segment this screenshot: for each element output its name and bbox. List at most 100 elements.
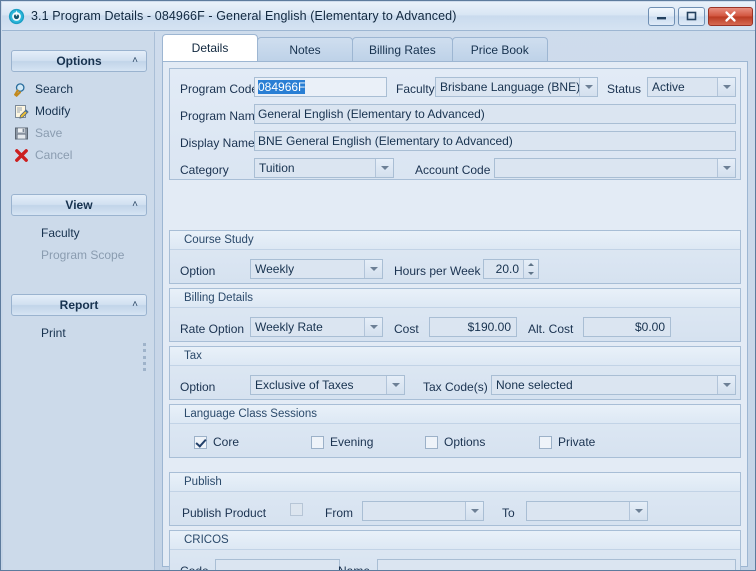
billing-details-title: Billing Details bbox=[170, 289, 740, 308]
program-details-window: 3.1 Program Details - 084966F - General … bbox=[0, 0, 756, 571]
chevron-down-icon[interactable] bbox=[386, 376, 404, 394]
sidebar-item-cancel[interactable]: Cancel bbox=[3, 144, 155, 166]
sidebar-item-save[interactable]: Save bbox=[3, 122, 155, 144]
tax-option-value: Exclusive of Taxes bbox=[251, 376, 386, 394]
sidebar-splitter-handle[interactable] bbox=[141, 341, 147, 373]
sidebar-item-label: Cancel bbox=[35, 148, 72, 162]
red-x-icon bbox=[13, 147, 29, 163]
checkbox-box[interactable] bbox=[425, 436, 438, 449]
rate-option-label: Rate Option bbox=[180, 322, 244, 336]
sidebar-section-title: Options bbox=[56, 54, 101, 68]
cost-input[interactable]: $190.00 bbox=[429, 317, 517, 337]
publish-from-datepicker[interactable] bbox=[362, 501, 484, 521]
tax-group: Tax Option Exclusive of Taxes Tax Code(s… bbox=[169, 346, 741, 400]
publish-from-label: From bbox=[325, 506, 353, 520]
tab-notes[interactable]: Notes bbox=[257, 37, 353, 61]
checkbox-evening[interactable]: Evening bbox=[311, 435, 373, 449]
publish-group: Publish Publish Product From To bbox=[169, 472, 741, 526]
faculty-dropdown[interactable]: Brisbane Language (BNE) bbox=[435, 77, 598, 97]
sidebar-section-header-report[interactable]: Report ˄ bbox=[11, 294, 147, 316]
chevron-down-icon[interactable] bbox=[629, 502, 647, 520]
chevron-down-icon[interactable] bbox=[717, 376, 735, 394]
faculty-value: Brisbane Language (BNE) bbox=[436, 78, 579, 96]
tax-option-dropdown[interactable]: Exclusive of Taxes bbox=[250, 375, 405, 395]
globe-icon bbox=[8, 8, 25, 25]
alt-cost-label: Alt. Cost bbox=[528, 322, 573, 336]
cost-label: Cost bbox=[394, 322, 419, 336]
checkbox-box[interactable] bbox=[539, 436, 552, 449]
checkbox-box[interactable] bbox=[311, 436, 324, 449]
stepper-up-icon[interactable] bbox=[524, 260, 538, 269]
tab-label: Details bbox=[192, 41, 229, 55]
checkbox-core[interactable]: Core bbox=[194, 435, 239, 449]
sidebar-item-modify[interactable]: Modify bbox=[3, 100, 155, 122]
sidebar-section-header-options[interactable]: Options ˄ bbox=[11, 50, 147, 72]
sidebar-section-body-report: Print bbox=[3, 316, 155, 344]
rate-option-value: Weekly Rate bbox=[251, 318, 364, 336]
maximize-button[interactable] bbox=[678, 7, 705, 26]
sidebar-section-header-view[interactable]: View ˄ bbox=[11, 194, 147, 216]
sidebar-item-search[interactable]: Search bbox=[3, 78, 155, 100]
program-name-input[interactable]: General English (Elementary to Advanced) bbox=[254, 104, 736, 124]
faculty-label: Faculty bbox=[396, 82, 435, 96]
cricos-name-input[interactable] bbox=[377, 559, 736, 571]
status-dropdown[interactable]: Active bbox=[647, 77, 736, 97]
category-dropdown[interactable]: Tuition bbox=[254, 158, 394, 178]
tax-option-label: Option bbox=[180, 380, 215, 394]
cricos-code-input[interactable] bbox=[215, 559, 340, 571]
window-title: 3.1 Program Details - 084966F - General … bbox=[31, 9, 645, 23]
tab-label: Billing Rates bbox=[369, 43, 436, 57]
language-class-sessions-group: Language Class Sessions Core Evening Opt… bbox=[169, 404, 741, 458]
hours-per-week-stepper[interactable]: 20.0 bbox=[483, 259, 539, 279]
course-study-group: Course Study Option Weekly Hours per Wee… bbox=[169, 230, 741, 284]
tax-codes-dropdown[interactable]: None selected bbox=[491, 375, 736, 395]
program-header-group: Program Code 084966F Faculty Brisbane La… bbox=[169, 68, 741, 180]
checkbox-label: Private bbox=[558, 435, 595, 449]
sidebar-item-faculty[interactable]: Faculty bbox=[3, 222, 155, 244]
chevron-down-icon[interactable] bbox=[579, 78, 597, 96]
content-area: Details Notes Billing Rates Price Book P… bbox=[156, 32, 755, 570]
publish-to-datepicker[interactable] bbox=[526, 501, 648, 521]
stepper-down-icon[interactable] bbox=[524, 269, 538, 278]
chevron-down-icon[interactable] bbox=[375, 159, 393, 177]
display-name-input[interactable]: BNE General English (Elementary to Advan… bbox=[254, 131, 736, 151]
category-value: Tuition bbox=[255, 159, 375, 177]
checkbox-box[interactable] bbox=[194, 436, 207, 449]
course-study-option-label: Option bbox=[180, 264, 215, 278]
chevron-down-icon[interactable] bbox=[717, 78, 735, 96]
tab-billing-rates[interactable]: Billing Rates bbox=[352, 37, 453, 61]
course-study-option-dropdown[interactable]: Weekly bbox=[250, 259, 383, 279]
chevron-down-icon[interactable] bbox=[364, 318, 382, 336]
tab-details[interactable]: Details bbox=[162, 34, 258, 61]
alt-cost-value: $0.00 bbox=[635, 320, 665, 334]
checkbox-private[interactable]: Private bbox=[539, 435, 595, 449]
category-label: Category bbox=[180, 163, 229, 177]
chevron-down-icon[interactable] bbox=[717, 159, 735, 177]
program-code-input[interactable]: 084966F bbox=[254, 77, 387, 97]
display-name-label: Display Name bbox=[180, 136, 255, 150]
chevron-down-icon[interactable] bbox=[364, 260, 382, 278]
cricos-name-label: Name bbox=[338, 564, 370, 571]
tax-title: Tax bbox=[170, 347, 740, 366]
course-study-option-value: Weekly bbox=[251, 260, 364, 278]
checkbox-box[interactable] bbox=[290, 503, 303, 516]
sidebar-section-title: Report bbox=[60, 298, 99, 312]
sidebar-item-print[interactable]: Print bbox=[3, 322, 155, 344]
publish-to-label: To bbox=[502, 506, 515, 520]
checkbox-options[interactable]: Options bbox=[425, 435, 485, 449]
close-button[interactable] bbox=[708, 7, 753, 26]
cricos-group: CRICOS Code Name bbox=[169, 530, 741, 571]
display-name-value: BNE General English (Elementary to Advan… bbox=[258, 134, 513, 148]
tab-price-book[interactable]: Price Book bbox=[452, 37, 548, 61]
alt-cost-input[interactable]: $0.00 bbox=[583, 317, 671, 337]
chevron-up-icon: ˄ bbox=[132, 56, 138, 66]
program-code-label: Program Code bbox=[180, 82, 258, 96]
minimize-button[interactable] bbox=[648, 7, 675, 26]
rate-option-dropdown[interactable]: Weekly Rate bbox=[250, 317, 383, 337]
publish-product-checkbox[interactable] bbox=[290, 503, 309, 516]
stepper-buttons[interactable] bbox=[523, 260, 538, 278]
sidebar-item-program-scope[interactable]: Program Scope bbox=[3, 244, 155, 266]
chevron-down-icon[interactable] bbox=[465, 502, 483, 520]
checkbox-label: Evening bbox=[330, 435, 373, 449]
account-code-dropdown[interactable] bbox=[494, 158, 736, 178]
